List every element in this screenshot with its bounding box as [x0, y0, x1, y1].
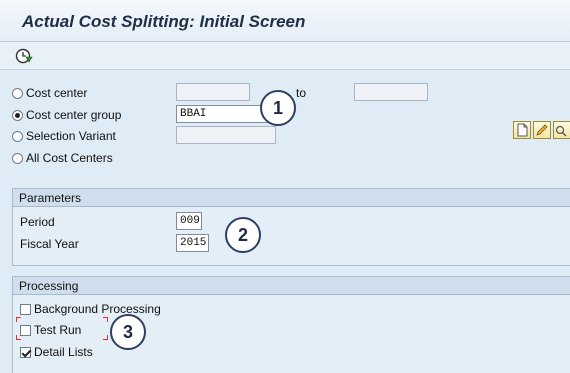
- radio-cost-center-group[interactable]: Cost center group: [12, 106, 121, 124]
- selection-variant-field[interactable]: [176, 126, 276, 144]
- detail-lists-checkbox[interactable]: [20, 346, 31, 358]
- cost-center-group-field[interactable]: BBAI: [176, 105, 270, 123]
- selection-variant-label: Selection Variant: [26, 129, 116, 143]
- cost-center-to-field[interactable]: [354, 83, 428, 101]
- cost-center-group-label: Cost center group: [26, 108, 122, 122]
- page-title: Actual Cost Splitting: Initial Screen: [22, 12, 306, 31]
- background-processing-option[interactable]: Background Processing: [20, 300, 161, 318]
- change-icon[interactable]: [533, 121, 551, 139]
- detail-lists-label: Detail Lists: [34, 345, 93, 359]
- application-toolbar: [0, 42, 570, 70]
- radio-button-cost-center[interactable]: [12, 87, 23, 99]
- radio-button-selection-variant[interactable]: [12, 130, 23, 142]
- radio-all-cost-centers[interactable]: All Cost Centers: [12, 149, 113, 167]
- fiscal-year-label: Fiscal Year: [20, 237, 79, 251]
- fiscal-year-field[interactable]: 2015: [176, 234, 209, 252]
- focus-marker-top-right: [103, 317, 108, 322]
- test-run-option[interactable]: Test Run: [20, 321, 81, 339]
- period-label: Period: [20, 215, 55, 229]
- execute-clock-icon[interactable]: [14, 47, 34, 65]
- radio-button-all-cost-centers[interactable]: [12, 152, 23, 164]
- callout-3: 3: [110, 314, 146, 350]
- cost-center-from-field[interactable]: [176, 83, 250, 101]
- callout-1: 1: [260, 90, 296, 126]
- test-run-checkbox[interactable]: [20, 324, 31, 336]
- period-field[interactable]: 009: [176, 212, 202, 230]
- background-processing-checkbox[interactable]: [20, 303, 31, 315]
- focus-marker-bottom-left: [16, 335, 21, 340]
- callout-2: 2: [225, 217, 261, 253]
- title-bar: Actual Cost Splitting: Initial Screen: [0, 0, 570, 42]
- focus-marker-bottom-right: [103, 335, 108, 340]
- test-run-label: Test Run: [34, 323, 82, 337]
- radio-cost-center[interactable]: Cost center: [12, 84, 87, 102]
- detail-lists-option[interactable]: Detail Lists: [20, 343, 93, 361]
- parameters-header: Parameters: [12, 188, 570, 207]
- radio-button-cost-center-group[interactable]: [12, 109, 23, 121]
- create-icon[interactable]: [513, 121, 531, 139]
- background-processing-label: Background Processing: [34, 302, 161, 316]
- display-icon[interactable]: [553, 121, 570, 139]
- processing-header: Processing: [12, 276, 570, 295]
- all-cost-centers-label: All Cost Centers: [26, 151, 113, 165]
- radio-selection-variant[interactable]: Selection Variant: [12, 127, 116, 145]
- cost-center-label: Cost center: [26, 86, 88, 100]
- to-label: to: [296, 86, 307, 100]
- focus-marker-top-left: [16, 317, 21, 322]
